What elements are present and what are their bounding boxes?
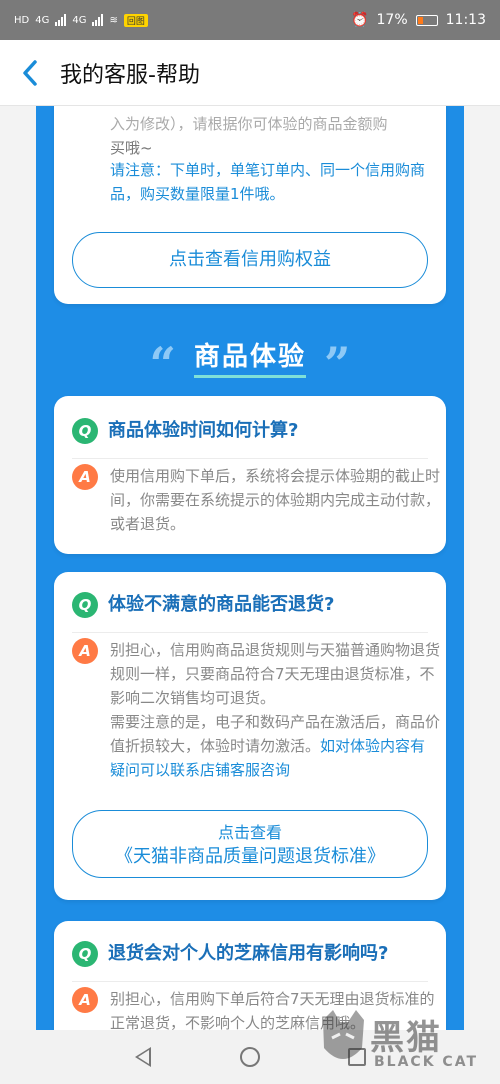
signal-4g-label-2: 4G xyxy=(72,14,87,26)
question-row: Q 商品体验时间如何计算? xyxy=(72,418,298,444)
page-title: 我的客服-帮助 xyxy=(60,62,200,88)
hd-label: HD xyxy=(14,14,30,26)
help-content[interactable]: 入为修改），请根据你可体验的商品金额购 买哦~ 请注意：下单时，单笔订单内、同一… xyxy=(36,106,464,1030)
quote-open-icon: “ xyxy=(149,337,176,391)
header: 我的客服-帮助 xyxy=(0,40,500,106)
view-credit-benefits-button[interactable]: 点击查看信用购权益 xyxy=(72,232,428,288)
answer-text: 别担心，信用购商品退货规则与天猫普通购物退货规则一样，只要商品符合7天无理由退货… xyxy=(110,638,440,782)
divider xyxy=(72,458,428,459)
quote-close-icon: ” xyxy=(324,337,351,391)
question-badge: Q xyxy=(72,592,98,618)
section-title: 商品体验 xyxy=(193,336,306,378)
partial-text-cut: 入为修改），请根据你可体验的商品金额购 xyxy=(110,115,388,133)
black-cat-logo-icon xyxy=(323,1010,364,1059)
answer-row: A 别担心，信用购商品退货规则与天猫普通购物退货规则一样，只要商品符合7天无理由… xyxy=(72,638,440,782)
battery-percent: 17% xyxy=(376,12,408,28)
question-text: 商品体验时间如何计算? xyxy=(108,420,299,441)
question-badge: Q xyxy=(72,941,98,967)
question-badge: Q xyxy=(72,418,98,444)
signal-icon-2 xyxy=(92,14,104,26)
home-circle-icon xyxy=(239,1047,260,1067)
answer-paragraph: 别担心，信用购商品退货规则与天猫普通购物退货规则一样，只要商品符合7天无理由退货… xyxy=(110,641,441,707)
watermark-subtext: BLACK CAT xyxy=(374,1054,478,1070)
question-row: Q 退货会对个人的芝麻信用有影响吗? xyxy=(72,941,388,967)
divider xyxy=(72,981,428,982)
system-back-button[interactable] xyxy=(123,1037,163,1077)
system-home-button[interactable] xyxy=(230,1037,270,1077)
chevron-left-icon xyxy=(23,59,37,86)
wifi-icon: ≋ xyxy=(109,14,118,26)
notice-text: 请注意：下单时，单笔订单内、同一个信用购商品，购买数量限量1件哦。 xyxy=(110,161,426,203)
status-bar: HD 4G 4G ≋ 回图 ⏰ 17% 11:13 xyxy=(0,0,500,40)
question-text: 体验不满意的商品能否退货? xyxy=(108,594,335,615)
partial-text: 入为修改），请根据你可体验的商品金额购 买哦~ xyxy=(110,112,430,160)
faq-card: Q 体验不满意的商品能否退货? A 别担心，信用购商品退货规则与天猫普通购物退货… xyxy=(54,572,446,900)
battery-icon xyxy=(415,14,438,26)
answer-text: 使用信用购下单后，系统将会提示体验期的截止时间，你需要在系统提示的体验期内完成主… xyxy=(110,467,441,533)
answer-badge: A xyxy=(72,987,98,1013)
answer-badge: A xyxy=(72,638,98,664)
watermark-text: 黑猫 xyxy=(370,1018,442,1058)
faq-card: Q 商品体验时间如何计算? A 使用信用购下单后，系统将会提示体验期的截止时间，… xyxy=(54,396,446,554)
divider xyxy=(72,632,428,633)
status-badge: 回图 xyxy=(123,13,148,27)
signal-icon xyxy=(55,14,67,26)
question-text: 退货会对个人的芝麻信用有影响吗? xyxy=(108,943,389,964)
question-row: Q 体验不满意的商品能否退货? xyxy=(72,592,334,618)
view-return-standard-button[interactable]: 点击查看 《天猫非商品质量问题退货标准》 xyxy=(72,810,428,878)
signal-4g-label: 4G xyxy=(35,14,50,26)
answer-badge: A xyxy=(72,464,98,490)
alarm-icon: ⏰ xyxy=(351,12,369,28)
back-button[interactable] xyxy=(0,40,60,106)
back-triangle-icon xyxy=(135,1047,152,1067)
section-header: “ 商品体验 ” xyxy=(36,332,464,387)
answer-row: A 使用信用购下单后，系统将会提示体验期的截止时间，你需要在系统提示的体验期内完… xyxy=(72,464,440,536)
status-left: HD 4G 4G ≋ 回图 xyxy=(14,13,148,27)
credit-card-top: 入为修改），请根据你可体验的商品金额购 买哦~ 请注意：下单时，单笔订单内、同一… xyxy=(54,106,446,304)
button-line-1: 点击查看 xyxy=(217,823,282,842)
partial-text-line: 买哦~ xyxy=(110,139,153,157)
button-line-2: 《天猫非商品质量问题退货标准》 xyxy=(115,846,385,867)
clock: 11:13 xyxy=(445,12,486,28)
status-right: ⏰ 17% 11:13 xyxy=(351,12,486,28)
